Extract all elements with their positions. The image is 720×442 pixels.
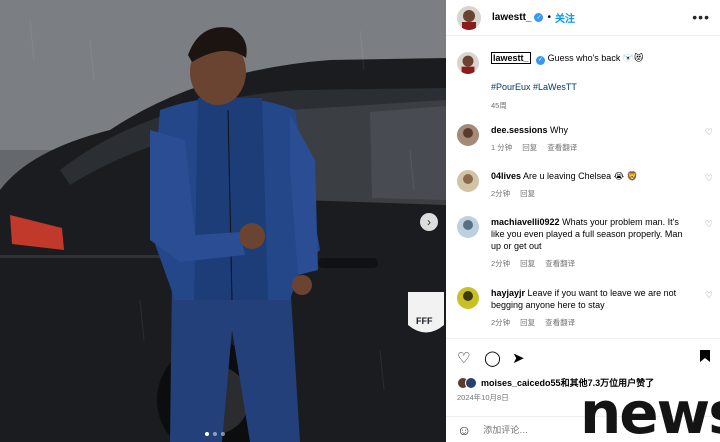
comment-item: 04lives Are u leaving Chelsea 😭 🦁 2分钟 回复… xyxy=(457,170,717,199)
translate-button[interactable]: 查看翻译 xyxy=(547,142,577,153)
commenter-avatar[interactable] xyxy=(457,124,479,146)
caption-username[interactable]: lawestt_ xyxy=(491,52,531,64)
comment-item: hayjayjr Leave if you want to leave we a… xyxy=(457,287,717,328)
commenter-avatar[interactable] xyxy=(457,287,479,309)
post-header: lawestt_ ✓ • 关注 ••• xyxy=(446,0,720,36)
likes-username[interactable]: moises_caicedo55 xyxy=(481,378,561,388)
heart-icon[interactable]: ♡ xyxy=(457,349,470,367)
action-bar: ♡ ◯ ➤ xyxy=(446,338,720,374)
comment-item: dee.sessions Why 1 分钟 回复 查看翻译 ♡ xyxy=(457,124,717,153)
commenter-avatar[interactable] xyxy=(457,170,479,192)
post-side-panel: lawestt_ ✓ • 关注 ••• lawestt_ ✓ Guess who… xyxy=(446,0,720,442)
add-comment-input[interactable]: 添加评论… xyxy=(483,423,528,436)
post-date: 2024年10月8日 xyxy=(457,393,509,402)
comment-text: Are u leaving Chelsea 😭 🦁 xyxy=(523,171,638,181)
author-username[interactable]: lawestt_ xyxy=(492,12,531,23)
emoji-icon[interactable]: ☺ xyxy=(457,422,471,438)
caption-body: Guess who's back 🐻‍❄️😻 xyxy=(547,53,644,63)
comment-like-heart-icon[interactable]: ♡ xyxy=(705,173,713,184)
comment-like-heart-icon[interactable]: ♡ xyxy=(705,219,713,230)
reply-button[interactable]: 回复 xyxy=(520,258,535,269)
follow-button[interactable]: 关注 xyxy=(555,10,575,25)
comment-like-heart-icon[interactable]: ♡ xyxy=(705,127,713,138)
comment-icon[interactable]: ◯ xyxy=(484,349,501,367)
comment-like-heart-icon[interactable]: ♡ xyxy=(705,290,713,301)
svg-text:FFF: FFF xyxy=(416,316,433,326)
next-arrow-icon[interactable]: › xyxy=(420,213,438,231)
post-photo[interactable]: FFF › xyxy=(0,0,446,442)
caption-text: lawestt_ ✓ Guess who's back 🐻‍❄️😻 xyxy=(491,52,643,65)
verified-badge-icon: ✓ xyxy=(534,13,544,22)
author-avatar[interactable] xyxy=(457,5,481,30)
watermark-logo: news xyxy=(580,379,720,442)
caption: lawestt_ ✓ Guess who's back 🐻‍❄️😻 #PourE… xyxy=(457,52,712,111)
carousel-dot-3 xyxy=(221,432,225,436)
reply-button[interactable]: 回复 xyxy=(520,188,535,199)
carousel-dots xyxy=(205,432,225,436)
carousel-dot-2 xyxy=(213,432,217,436)
commenter-username[interactable]: hayjayjr xyxy=(491,288,525,298)
comment-time: 1 分钟 xyxy=(491,143,513,152)
verified-badge-icon: ✓ xyxy=(536,55,546,65)
share-icon[interactable]: ➤ xyxy=(512,349,525,367)
separator-dot: • xyxy=(547,12,551,23)
comment-text: Why xyxy=(550,125,569,135)
hashtags[interactable]: #PourEux #LaWesTT xyxy=(491,82,712,92)
caption-avatar[interactable] xyxy=(457,52,479,74)
commenter-username[interactable]: machiavelli0922 xyxy=(491,217,560,227)
translate-button[interactable]: 查看翻译 xyxy=(545,317,575,328)
liker-avatar xyxy=(465,376,477,389)
more-icon[interactable]: ••• xyxy=(692,9,710,25)
photo-illustration: FFF xyxy=(0,0,446,442)
commenter-username[interactable]: dee.sessions xyxy=(491,125,548,135)
reply-button[interactable]: 回复 xyxy=(522,142,537,153)
comment-time: 2分钟 xyxy=(491,259,511,268)
caption-time: 45周 xyxy=(491,101,507,110)
comment-item: machiavelli0922 Whats your problem man. … xyxy=(457,216,717,269)
translate-button[interactable]: 查看翻译 xyxy=(545,258,575,269)
commenter-username[interactable]: 04lives xyxy=(491,171,521,181)
comment-time: 2分钟 xyxy=(491,318,511,327)
reply-button[interactable]: 回复 xyxy=(520,317,535,328)
commenter-avatar[interactable] xyxy=(457,216,479,238)
carousel-dot-1 xyxy=(205,432,209,436)
comment-time: 2分钟 xyxy=(491,189,511,198)
bookmark-icon[interactable] xyxy=(699,349,711,367)
